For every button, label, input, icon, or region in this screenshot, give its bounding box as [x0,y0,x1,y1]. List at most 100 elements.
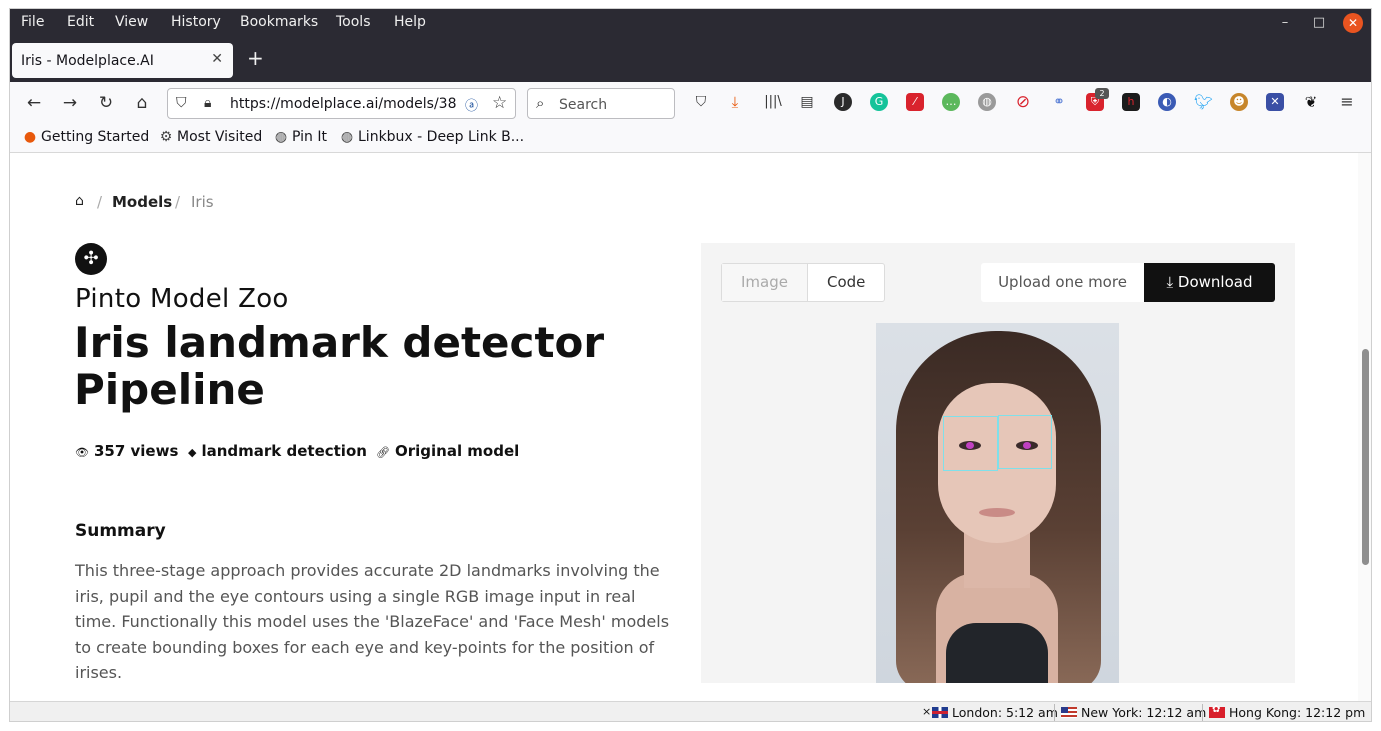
clock-label: New York: 12:12 am [1081,705,1207,720]
maximize-icon[interactable]: □ [1309,13,1329,33]
breadcrumb-models[interactable]: Models [112,193,172,211]
menu-edit[interactable]: Edit [67,14,94,30]
original-model-link[interactable]: 🔗︎ Original model [376,442,519,460]
reload-icon[interactable]: ↻ [95,92,117,114]
tag-label: landmark detection [201,442,367,460]
scrollbar-thumb[interactable] [1362,349,1369,565]
home-breadcrumb-icon[interactable]: ⌂ [75,193,84,209]
flag-extension-icon[interactable]: ✕ [1266,93,1284,111]
link-icon: 🔗︎ [376,446,390,459]
views-label: 357 views [93,442,179,460]
breadcrumb-separator: / [97,193,103,211]
earth-extension-icon[interactable]: ◐ [1158,93,1176,111]
search-bar[interactable]: ⌕ Search [527,88,675,119]
page-title: Iris landmark detector Pipeline [74,318,605,414]
summary-text: This three-stage approach provides accur… [75,561,670,682]
bookmark-label: Linkbux - Deep Link B... [358,129,525,145]
menu-tools[interactable]: Tools [336,14,371,30]
close-tab-icon[interactable]: ✕ [211,51,223,67]
j-extension-icon[interactable]: J [834,93,852,111]
twitter-icon[interactable]: 🐦︎ [1194,93,1213,111]
close-window-icon[interactable]: ✕ [1343,13,1363,33]
clock-label: London: 5:12 am [952,705,1058,720]
tab-image[interactable]: Image [722,264,808,301]
grammarly-icon[interactable]: G [870,93,888,111]
close-clocks-icon[interactable]: × [922,705,931,718]
pdf-extension-icon[interactable]: ⁄ [906,93,924,111]
task-tag[interactable]: ◆ landmark detection [188,442,367,460]
menu-help[interactable]: Help [394,14,426,30]
minimize-icon[interactable]: – [1275,13,1295,33]
monkey-extension-icon[interactable]: ☻ [1230,93,1248,111]
url-text[interactable]: https://modelplace.ai/models/38 [230,96,457,112]
upload-one-more-button[interactable]: Upload one more [981,263,1144,302]
clock-london: London: 5:12 am [932,705,1058,720]
bookmark-pin-it[interactable]: ◍ Pin It [273,129,327,145]
clock-new-york: New York: 12:12 am [1061,705,1206,720]
status-bar: × London: 5:12 am New York: 12:12 am Hon… [10,701,1371,721]
download-label: Download [1177,273,1253,291]
scrollbar-track[interactable] [1358,153,1371,701]
lock-icon[interactable]: 🔒︎ [204,95,211,111]
menu-file[interactable]: File [21,14,44,30]
search-placeholder: Search [559,97,608,113]
download-button[interactable]: ⤓ Download [1144,263,1275,302]
bookmarks-toolbar: ● Getting Started ⚙ Most Visited ◍ Pin It ◍… [10,125,1371,153]
lips-shape [979,508,1015,517]
search-icon: ⌕ [536,94,545,112]
bookmark-getting-started[interactable]: ● Getting Started [22,129,149,145]
back-icon[interactable]: ← [23,92,45,114]
home-icon[interactable]: ⌂ [131,92,153,114]
pocket-icon[interactable]: ⛉ [692,93,710,111]
menu-view[interactable]: View [115,14,148,30]
left-eye-bounding-box [943,416,998,471]
tab-active[interactable]: Iris - Modelplace.AI ✕ [12,43,233,78]
globe-extension-icon[interactable]: ◍ [978,93,996,111]
link-extension-icon[interactable]: ⚭ [1050,93,1068,111]
globe-icon: ◍ [274,129,288,145]
top-shape [946,623,1048,683]
menu-bar: File Edit View History Bookmarks Tools H… [10,9,1371,37]
library-icon[interactable]: |||\ [762,93,784,111]
clock-label: Hong Kong: 12:12 pm [1229,705,1366,720]
bookmark-label: Getting Started [41,129,150,145]
eye-icon: 👁︎ [75,446,89,459]
reader-extension-icon[interactable]: ⓐ [465,95,478,114]
gear-icon: ⚙ [159,129,173,145]
us-flag-icon [1061,707,1077,718]
block-extension-icon[interactable]: ⊘ [1014,93,1032,111]
menu-bookmarks[interactable]: Bookmarks [240,14,318,30]
download-icon: ⤓ [1166,273,1174,291]
shield-icon[interactable]: ⛉ [176,95,187,111]
nav-toolbar: ← → ↻ ⌂ ⛉ 🔒︎ https://modelplace.ai/model… [10,82,1371,125]
bookmark-linkbux[interactable]: ◍ Linkbux - Deep Link B... [339,129,524,145]
chat-extension-icon[interactable]: … [942,93,960,111]
new-tab-icon[interactable]: + [247,48,264,68]
bookmark-star-icon[interactable]: ☆ [492,93,507,113]
sidebar-icon[interactable]: ▤ [798,93,816,111]
view-toggle: Image Code [721,263,886,302]
hk-flag-icon [1209,704,1225,718]
extension-badge: 2 [1095,88,1109,99]
divider [1054,704,1055,721]
views-count: 👁︎ 357 views [75,442,178,460]
breadcrumb-current: Iris [191,193,214,211]
hamburger-menu-icon[interactable]: ≡ [1338,93,1356,111]
uk-flag-icon [932,707,948,718]
result-image [876,323,1119,683]
menu-history[interactable]: History [171,14,221,30]
divider [1202,704,1203,721]
downloads-icon[interactable]: ⤓ [726,93,744,111]
tag-icon: ◆ [188,446,197,459]
org-logo-icon: ✣ [75,243,107,275]
tab-code[interactable]: Code [808,264,884,301]
demo-panel: Image Code Upload one more ⤓ Download [701,243,1295,683]
forward-icon[interactable]: → [59,92,81,114]
bookmark-most-visited[interactable]: ⚙ Most Visited [158,129,263,145]
tab-strip: Iris - Modelplace.AI ✕ + [10,37,1371,82]
url-bar[interactable]: ⛉ 🔒︎ https://modelplace.ai/models/38 ⓐ ☆ [167,88,516,119]
h-extension-icon[interactable]: h [1122,93,1140,111]
gnome-extension-icon[interactable]: ❦ [1302,93,1320,111]
link-label: Original model [394,442,520,460]
breadcrumb-separator: / [175,193,181,211]
